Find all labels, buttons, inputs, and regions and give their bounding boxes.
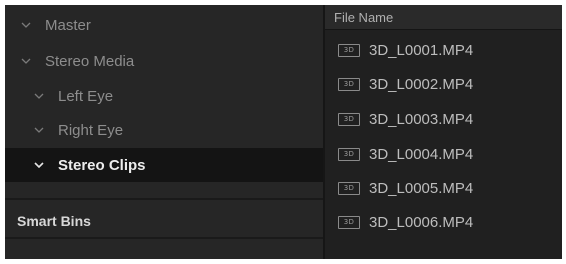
clip-row[interactable]: 3D 3D_L0002.MP4 [325, 67, 562, 101]
3d-badge-icon: 3D [338, 147, 360, 161]
clip-row[interactable]: 3D 3D_L0001.MP4 [325, 33, 562, 67]
screenshot-frame: Master Stereo Media Left Eye Right Eye S… [0, 0, 566, 264]
chevron-down-icon[interactable] [32, 123, 46, 137]
clip-list: File Name 3D 3D_L0001.MP4 3D 3D_L0002.MP… [325, 5, 562, 259]
clip-file-name: 3D_L0006.MP4 [369, 213, 474, 231]
smart-bins-header[interactable]: Smart Bins [17, 213, 91, 229]
bin-item-right-eye[interactable]: Right Eye [5, 113, 323, 147]
clip-row[interactable]: 3D 3D_L0005.MP4 [325, 171, 562, 205]
bin-item-label: Left Eye [58, 87, 114, 105]
clip-row[interactable]: 3D 3D_L0006.MP4 [325, 205, 562, 239]
bin-item-label: Stereo Media [45, 52, 135, 70]
chevron-down-icon[interactable] [32, 89, 46, 103]
column-header-file-name[interactable]: File Name [325, 5, 562, 30]
bin-item-label: Right Eye [58, 121, 124, 139]
bin-item-label: Stereo Clips [58, 156, 146, 174]
column-header-label: File Name [334, 10, 394, 25]
chevron-down-icon[interactable] [19, 54, 33, 68]
3d-badge-icon: 3D [338, 43, 360, 57]
media-pool-panel: Master Stereo Media Left Eye Right Eye S… [5, 5, 562, 259]
clip-row[interactable]: 3D 3D_L0003.MP4 [325, 102, 562, 136]
clip-file-name: 3D_L0001.MP4 [369, 41, 474, 59]
bin-item-label: Master [45, 16, 91, 34]
bin-list: Master Stereo Media Left Eye Right Eye S… [5, 5, 323, 259]
smart-bins-divider [5, 237, 323, 239]
clip-file-name: 3D_L0004.MP4 [369, 145, 474, 163]
chevron-down-icon[interactable] [19, 18, 33, 32]
clip-file-name: 3D_L0005.MP4 [369, 179, 474, 197]
clip-file-name: 3D_L0002.MP4 [369, 75, 474, 93]
chevron-down-icon[interactable] [32, 158, 46, 172]
bin-item-master[interactable]: Master [5, 8, 323, 42]
3d-badge-icon: 3D [338, 181, 360, 195]
3d-badge-icon: 3D [338, 77, 360, 91]
bin-item-stereo-clips[interactable]: Stereo Clips [5, 148, 323, 182]
clip-row[interactable]: 3D 3D_L0004.MP4 [325, 137, 562, 171]
clip-file-name: 3D_L0003.MP4 [369, 110, 474, 128]
bin-section-divider [5, 198, 323, 200]
bin-item-stereo-media[interactable]: Stereo Media [5, 44, 323, 78]
bin-item-left-eye[interactable]: Left Eye [5, 79, 323, 113]
3d-badge-icon: 3D [338, 215, 360, 229]
3d-badge-icon: 3D [338, 112, 360, 126]
